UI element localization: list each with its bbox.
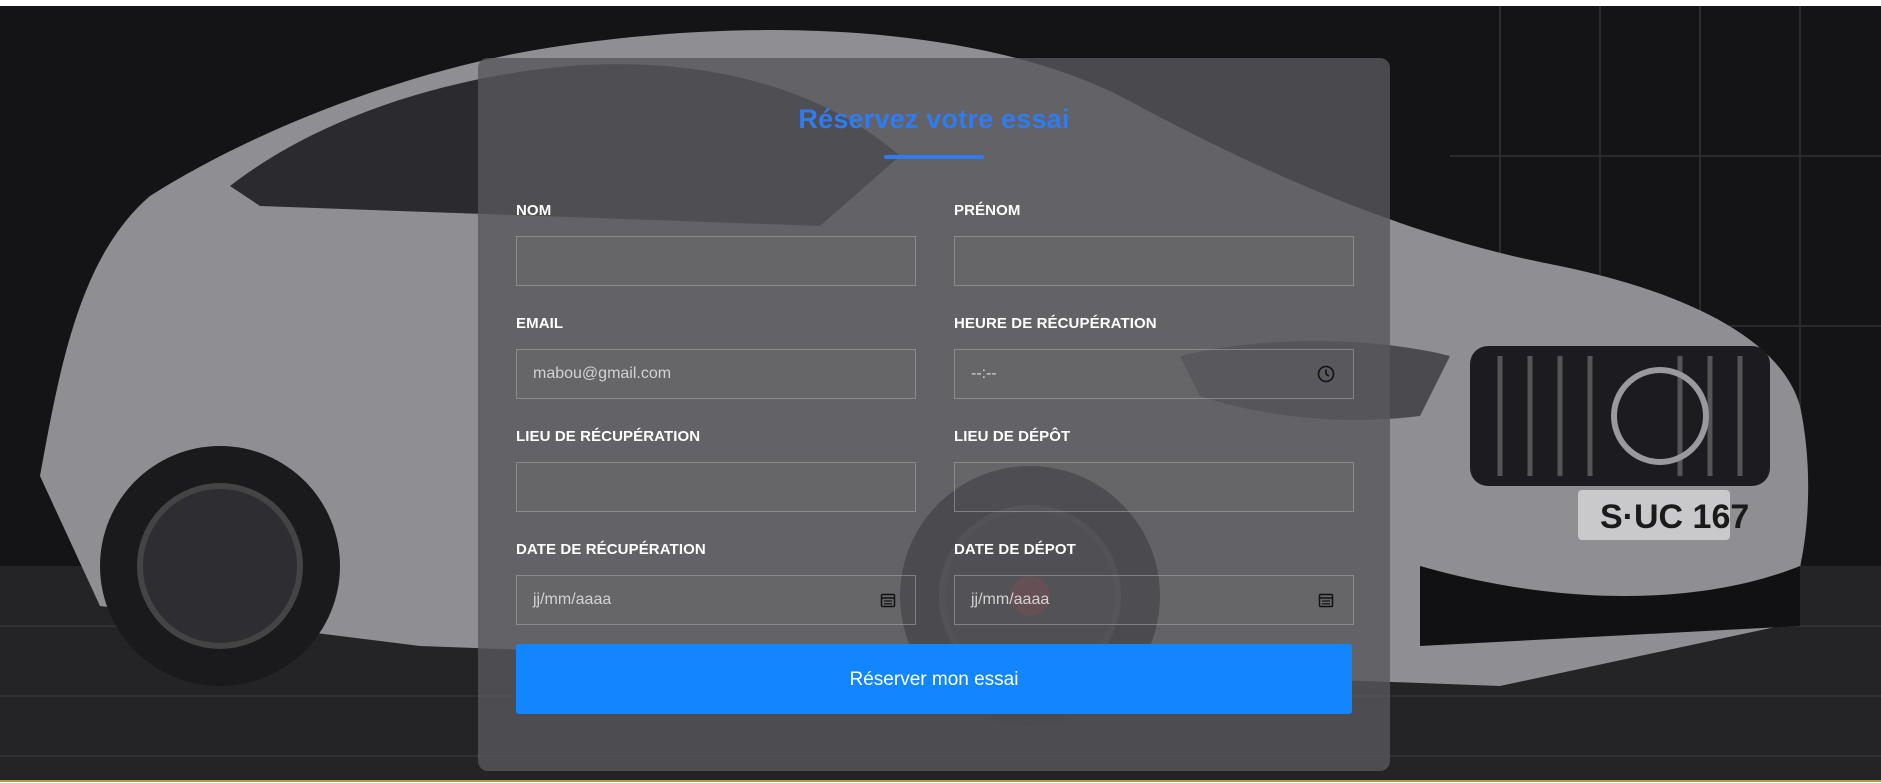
label-email: EMAIL [516,315,564,332]
label-date-depot: DATE DE DÉPOT [954,541,1076,558]
email-input[interactable]: mabou@gmail.com [516,349,916,399]
form-title: Réservez votre essai [798,104,1070,134]
field-prenom: PRÉNOM [954,200,1354,286]
calendar-icon[interactable] [879,591,897,609]
bottom-accent-line [0,780,1881,782]
label-lieu-depot: LIEU DE DÉPÔT [954,428,1071,445]
lieu-depot-input[interactable] [954,462,1354,512]
reservation-form: Réservez votre essai NOM PRÉNOM EMAIL ma… [478,58,1390,771]
field-nom: NOM [516,200,916,286]
field-date-depot: DATE DE DÉPOT jj/mm/aaaa [954,539,1354,625]
label-prenom: PRÉNOM [954,202,1021,219]
calendar-icon[interactable] [1317,591,1335,609]
prenom-input[interactable] [954,236,1354,286]
date-recuperation-input[interactable]: jj/mm/aaaa [516,575,916,625]
date-recuperation-placeholder: jj/mm/aaaa [533,591,612,608]
clock-icon[interactable] [1317,365,1335,383]
field-heure: HEURE DE RÉCUPÉRATION --:-- [954,313,1354,399]
license-plate-text: S·UC 167 [1600,498,1749,536]
label-heure: HEURE DE RÉCUPÉRATION [954,315,1157,332]
heure-input[interactable]: --:-- [954,349,1354,399]
lieu-recuperation-input[interactable] [516,462,916,512]
field-email: EMAIL mabou@gmail.com [516,313,916,399]
label-nom: NOM [516,202,552,219]
field-lieu-depot: LIEU DE DÉPÔT [954,426,1354,512]
heure-placeholder: --:-- [971,365,997,382]
title-underline [884,155,984,159]
date-depot-placeholder: jj/mm/aaaa [971,591,1050,608]
label-lieu-recuperation: LIEU DE RÉCUPÉRATION [516,428,701,445]
field-lieu-recuperation: LIEU DE RÉCUPÉRATION [516,426,916,512]
date-depot-input[interactable]: jj/mm/aaaa [954,575,1354,625]
nom-input[interactable] [516,236,916,286]
reserve-submit-button[interactable]: Réserver mon essai [516,644,1352,714]
email-value: mabou@gmail.com [533,365,672,382]
field-date-recuperation: DATE DE RÉCUPÉRATION jj/mm/aaaa [516,539,916,625]
label-date-recuperation: DATE DE RÉCUPÉRATION [516,541,706,558]
